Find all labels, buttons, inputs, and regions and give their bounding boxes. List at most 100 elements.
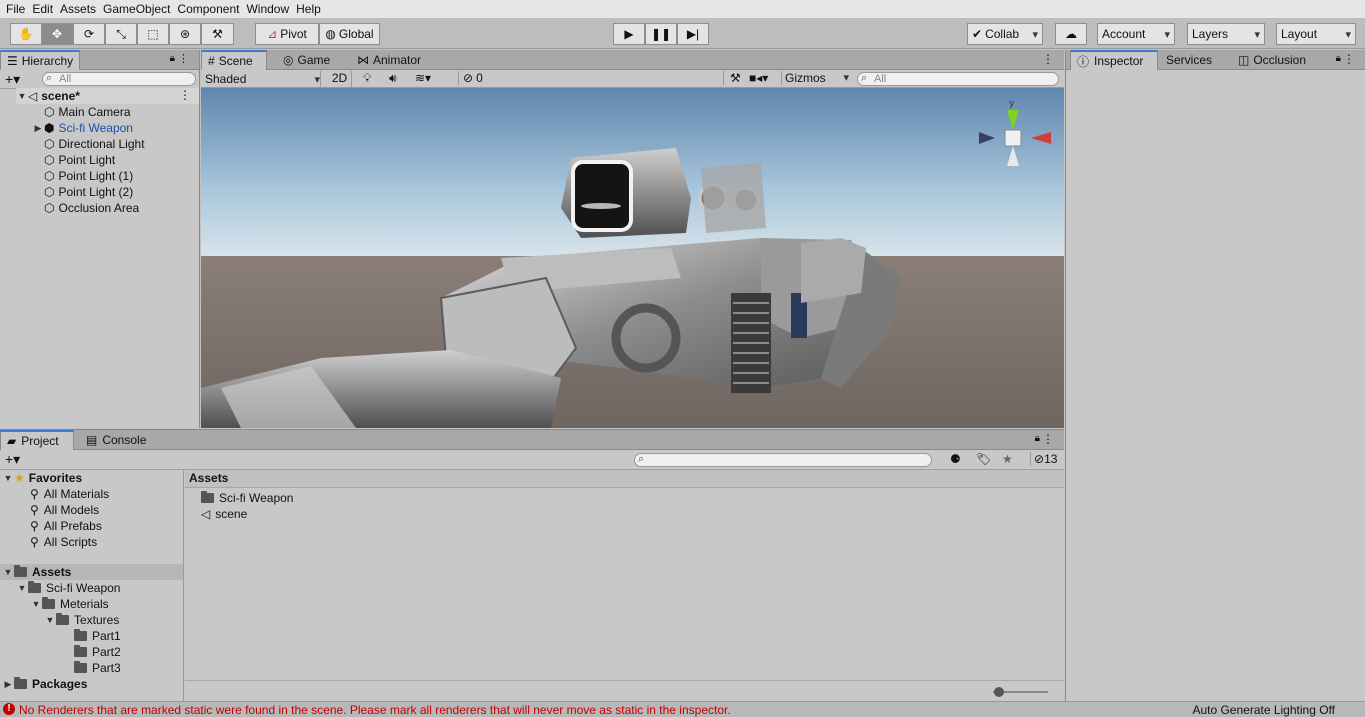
layout-dropdown[interactable]: Layout: [1276, 23, 1356, 45]
tab-occlusion[interactable]: ◫ Occlusion: [1232, 50, 1312, 70]
lock-icon[interactable]: 🔒︎: [170, 53, 175, 64]
tab-game[interactable]: ◎ Game: [277, 50, 336, 70]
transform-tool-button[interactable]: ⊛: [169, 23, 201, 45]
menu-component[interactable]: Component: [175, 2, 244, 16]
move-tool-button[interactable]: ✥: [41, 23, 73, 45]
menu-file[interactable]: File: [4, 2, 30, 16]
zoom-slider-thumb[interactable]: [993, 687, 1004, 697]
favorite-item[interactable]: ⚲ All Models: [30, 502, 99, 518]
cloud-button[interactable]: ☁: [1055, 23, 1087, 45]
favorite-item[interactable]: ⚲ All Scripts: [30, 534, 97, 550]
project-search-input[interactable]: [634, 453, 932, 467]
tree-item[interactable]: Part1: [74, 628, 121, 644]
create-dropdown[interactable]: +▾: [5, 71, 20, 88]
custom-tool-button[interactable]: ⚒: [201, 23, 234, 45]
hierarchy-item[interactable]: ⬡ Point Light (2): [44, 184, 133, 200]
audio-toggle-icon[interactable]: 🔊︎: [389, 71, 397, 86]
gizmos-dropdown[interactable]: Gizmos: [781, 71, 849, 85]
pivot-toggle[interactable]: ⊿ Pivot: [255, 23, 319, 45]
rotate-tool-button[interactable]: ⟳: [73, 23, 105, 45]
tab-project[interactable]: ▰ Project: [0, 430, 74, 450]
asset-item[interactable]: ◁ scene: [201, 506, 247, 522]
tree-item[interactable]: ▼ Sci-fi Weapon: [16, 580, 120, 596]
menu-gameobject[interactable]: GameObject: [101, 2, 175, 16]
account-dropdown[interactable]: Account: [1097, 23, 1175, 45]
play-icon: ▶: [624, 27, 634, 41]
panel-menu-icon[interactable]: ⋮: [1343, 52, 1355, 66]
favorite-item[interactable]: ⚲ All Prefabs: [30, 518, 102, 534]
hierarchy-item[interactable]: ⬡ Directional Light: [44, 136, 145, 152]
expand-arrow-icon[interactable]: ▶: [2, 679, 14, 690]
hierarchy-item[interactable]: ⬡ Main Camera: [44, 104, 131, 120]
panel-menu-icon[interactable]: ⋮: [1042, 52, 1054, 66]
pause-button[interactable]: ❚❚: [645, 23, 677, 45]
global-toggle[interactable]: ◍ Global: [319, 23, 380, 45]
expand-arrow-icon[interactable]: ▼: [30, 599, 42, 609]
panel-menu-icon[interactable]: ⋮: [1042, 432, 1054, 446]
tree-item[interactable]: Part3: [74, 660, 121, 676]
tab-animator[interactable]: ⋈ Animator: [351, 50, 427, 70]
search-by-label-icon[interactable]: 🏷︎: [976, 452, 991, 466]
play-button[interactable]: ▶: [613, 23, 645, 45]
menu-help[interactable]: Help: [294, 2, 326, 16]
hierarchy-search-input[interactable]: All: [42, 72, 196, 86]
lock-icon[interactable]: 🔒︎: [1035, 433, 1040, 444]
tree-item[interactable]: ▼ Textures: [44, 612, 119, 628]
gameobject-icon: ⬡: [44, 137, 55, 151]
account-label: Account: [1102, 27, 1146, 41]
assets-root-row[interactable]: ▼ Assets: [0, 564, 183, 580]
scale-tool-button[interactable]: ⤡: [105, 23, 137, 45]
tab-inspector[interactable]: ⓘ Inspector: [1070, 50, 1158, 70]
tab-services[interactable]: Services: [1160, 50, 1218, 70]
collab-dropdown[interactable]: ✔ Collab: [967, 23, 1043, 45]
tools-icon[interactable]: ⚒: [723, 71, 741, 85]
panel-menu-icon[interactable]: ⋮: [178, 52, 189, 65]
search-by-type-icon[interactable]: ⚈: [950, 452, 961, 466]
status-message[interactable]: No Renderers that are marked static were…: [19, 703, 731, 717]
favorites-row[interactable]: ▼ ★ Favorites: [2, 470, 83, 486]
hidden-packages-icon[interactable]: ⊘13: [1030, 452, 1057, 466]
tree-item[interactable]: Part2: [74, 644, 121, 660]
tab-hierarchy[interactable]: ☰ Hierarchy: [0, 50, 80, 70]
zoom-slider-track[interactable]: [993, 687, 1048, 697]
expand-arrow-icon[interactable]: ▼: [16, 583, 28, 593]
scene-search-input[interactable]: All: [857, 72, 1059, 86]
step-button[interactable]: ▶|: [677, 23, 709, 45]
scene-row[interactable]: ▼ ◁ scene* ⋮: [16, 88, 199, 104]
tab-console[interactable]: ▤ Console: [80, 430, 152, 450]
lighting-toggle-icon[interactable]: 💡︎: [363, 71, 371, 86]
lighting-status[interactable]: Auto Generate Lighting Off: [1192, 703, 1335, 717]
tree-item[interactable]: ▼ Meterials: [30, 596, 109, 612]
lock-icon[interactable]: 🔒︎: [1336, 53, 1341, 64]
packages-row[interactable]: ▶ Packages: [2, 676, 87, 692]
expand-arrow-icon[interactable]: ▼: [44, 615, 56, 625]
tab-scene[interactable]: # Scene: [201, 50, 267, 70]
expand-arrow-icon[interactable]: ▼: [2, 473, 14, 483]
favorite-item[interactable]: ⚲ All Materials: [30, 486, 109, 502]
expand-arrow-icon[interactable]: ▶: [32, 123, 44, 134]
hierarchy-item[interactable]: ⬡ Point Light: [44, 152, 115, 168]
hierarchy-item[interactable]: ▶ ⬢ Sci-fi Weapon: [32, 120, 133, 136]
menu-window[interactable]: Window: [244, 2, 294, 16]
breadcrumb[interactable]: Assets: [189, 471, 228, 485]
menu-assets[interactable]: Assets: [58, 2, 101, 16]
2d-toggle[interactable]: 2D: [328, 71, 352, 87]
tree-item-label: Part2: [92, 645, 121, 659]
hidden-objects-icon[interactable]: ⊘ 0: [458, 71, 483, 85]
rect-tool-button[interactable]: ⬚: [137, 23, 169, 45]
camera-dropdown-icon[interactable]: ■◂▾: [749, 71, 768, 85]
expand-arrow-icon[interactable]: ▼: [2, 567, 14, 577]
effects-toggle-icon[interactable]: ≋▾: [415, 71, 431, 85]
scene-viewport[interactable]: y: [201, 88, 1064, 428]
hierarchy-item[interactable]: ⬡ Occlusion Area: [44, 200, 139, 216]
hand-tool-button[interactable]: ✋: [10, 23, 42, 45]
favorite-star-icon[interactable]: ★: [1002, 452, 1013, 466]
create-dropdown[interactable]: +▾: [5, 451, 20, 468]
layers-dropdown[interactable]: Layers: [1187, 23, 1265, 45]
shading-dropdown[interactable]: Shaded: [203, 71, 321, 87]
expand-arrow-icon[interactable]: ▼: [16, 91, 28, 101]
asset-item[interactable]: Sci-fi Weapon: [201, 490, 293, 506]
hierarchy-item[interactable]: ⬡ Point Light (1): [44, 168, 133, 184]
menu-edit[interactable]: Edit: [30, 2, 58, 16]
scene-menu-icon[interactable]: ⋮: [179, 88, 191, 102]
